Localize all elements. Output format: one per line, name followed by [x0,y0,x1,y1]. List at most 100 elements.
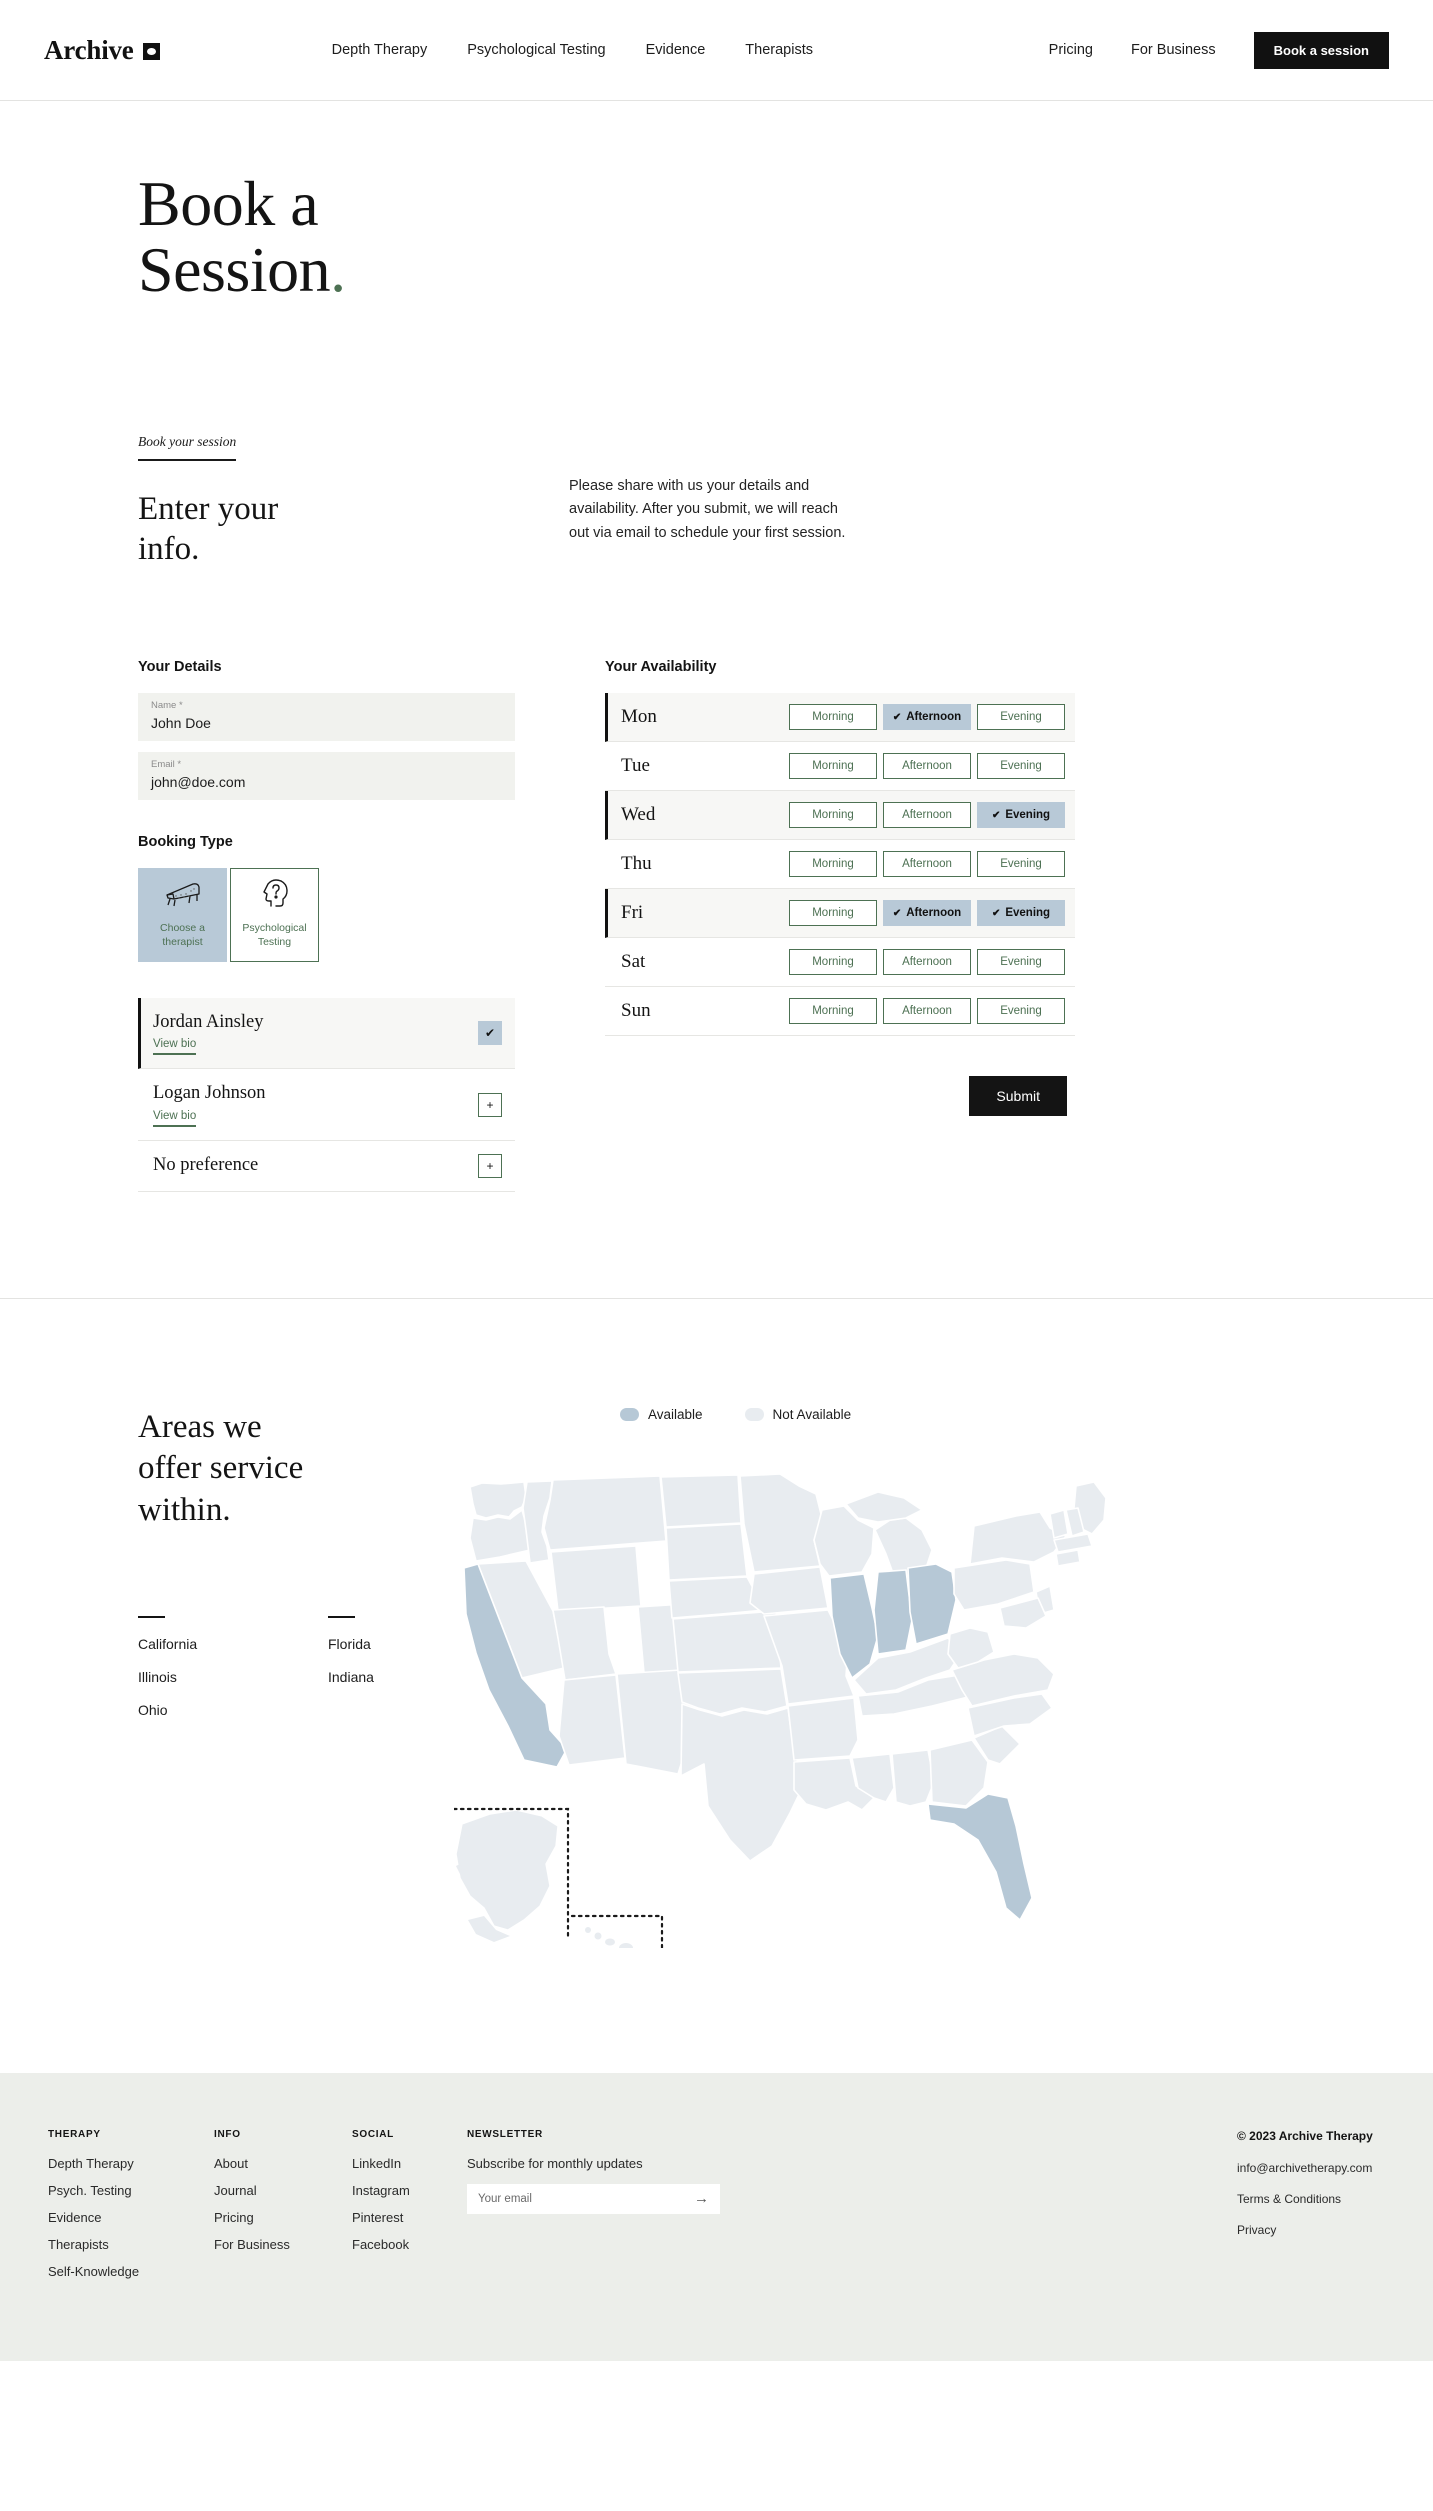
therapist-row[interactable]: Logan Johnson View bio + [138,1069,515,1141]
slot-label: Afternoon [902,956,952,969]
intro-heading-line1: Enter your [138,490,279,527]
book-a-session-button[interactable]: Book a session [1253,31,1389,69]
booking-type-options: Choose a therapist Psychological Testing [138,868,515,963]
therapist-add-button[interactable]: + [478,1153,502,1178]
newsletter-heading: NEWSLETTER [467,2128,543,2140]
alaska-inset [452,1807,570,1942]
slot-label: Morning [812,760,854,773]
footer-link[interactable]: Journal [214,2183,352,2198]
footer-link[interactable]: Psych. Testing [48,2183,214,2198]
therapist-selected-check-icon[interactable]: ✔ [478,1021,502,1046]
footer-link[interactable]: Self-Knowledge [48,2264,214,2279]
state-item: Illinois [138,1669,177,1686]
availability-row: Thu Morning Afternoon Evening [605,840,1075,890]
footer-link[interactable]: Evidence [48,2210,214,2225]
slot-mon-afternoon[interactable]: ✔ Afternoon [883,704,971,731]
slot-label: Morning [812,858,854,871]
footer-link[interactable]: Instagram [352,2183,467,2198]
state-az [558,1673,626,1766]
slot-fri-morning[interactable]: Morning [789,900,877,927]
footer-link[interactable]: For Business [214,2237,352,2252]
footer-link[interactable]: About [214,2156,352,2171]
field-0[interactable]: Name * John Doe [138,693,515,742]
newsletter-subtitle: Subscribe for monthly updates [467,2155,643,2171]
slot-sun-morning[interactable]: Morning [789,998,877,1025]
availability-day: Tue [621,755,650,777]
slot-sat-morning[interactable]: Morning [789,949,877,976]
slot-sun-evening[interactable]: Evening [977,998,1065,1025]
availability-row: Tue Morning Afternoon Evening [605,742,1075,792]
slot-tue-evening[interactable]: Evening [977,753,1065,780]
state-item: California [138,1636,198,1653]
footer-link[interactable]: Pricing [214,2210,352,2225]
slot-sat-evening[interactable]: Evening [977,949,1065,976]
availability-row: Wed Morning Afternoon ✔ Evening [605,791,1075,841]
footer-legal-link[interactable]: Terms & Conditions [1237,2192,1389,2206]
site-header: Archive Depth Therapy Psychological Testi… [0,0,1433,101]
therapist-name: Logan Johnson [153,1083,266,1104]
usa-map[interactable] [452,1468,1389,1953]
footer-link[interactable]: Therapists [48,2237,214,2252]
newsletter-input[interactable]: Your email → [467,2183,720,2214]
slot-label: Evening [1005,809,1051,822]
booking-type-testing[interactable]: Psychological Testing [230,868,319,963]
therapist-add-button[interactable]: + [478,1092,502,1117]
footer-link[interactable]: Depth Therapy [48,2156,214,2171]
booking-type-label-0: Choose a therapist [160,922,205,949]
therapist-info: No preference [153,1154,258,1177]
slot-fri-afternoon[interactable]: ✔ Afternoon [883,900,971,927]
slot-fri-evening[interactable]: ✔ Evening [977,900,1065,927]
slot-wed-morning[interactable]: Morning [789,802,877,829]
field-1[interactable]: Email * john@doe.com [138,752,515,801]
service-areas-section: Areas we offer service within. Californi… [0,1299,1433,2073]
nav-right-link-0[interactable]: Pricing [1049,42,1093,58]
state-sd [665,1522,748,1581]
slot-wed-evening[interactable]: ✔ Evening [977,802,1065,829]
view-bio-link[interactable]: View bio [153,1038,197,1056]
availability-day: Sun [621,1000,651,1022]
slot-label: Morning [812,956,854,969]
therapist-row[interactable]: Jordan Ainsley View bio ✔ [138,998,515,1070]
logo[interactable]: Archive [44,35,160,66]
booking-type-therapist[interactable]: Choose a therapist [138,868,227,963]
slot-thu-afternoon[interactable]: Afternoon [883,851,971,878]
footer-link[interactable]: LinkedIn [352,2156,467,2171]
therapist-info: Logan Johnson View bio [153,1082,266,1127]
nav-link-2[interactable]: Evidence [646,42,706,58]
nav-right-link-1[interactable]: For Business [1131,42,1216,58]
slot-mon-evening[interactable]: Evening [977,704,1065,731]
slot-tue-morning[interactable]: Morning [789,753,877,780]
slot-thu-morning[interactable]: Morning [789,851,877,878]
footer-link[interactable]: Pinterest [352,2210,467,2225]
availability-day: Fri [621,902,644,924]
slot-thu-evening[interactable]: Evening [977,851,1065,878]
footer-column-heading: INFO [214,2128,241,2140]
submit-button[interactable]: Submit [969,1076,1067,1117]
state-or [469,1508,531,1562]
field-label-1: Email * [151,759,182,771]
nav-link-3[interactable]: Therapists [745,42,813,58]
therapist-row[interactable]: No preference + [138,1141,515,1192]
slot-mon-morning[interactable]: Morning [789,704,877,731]
view-bio-link[interactable]: View bio [153,1110,197,1127]
copyright: © 2023 Archive Therapy [1237,2128,1373,2143]
hawaii-inset [570,1914,664,1953]
state-item: Florida [328,1636,371,1653]
booking-form: Your Details Name * John Doe Email * john@d… [0,569,1433,1192]
slot-sat-afternoon[interactable]: Afternoon [883,949,971,976]
state-al [891,1748,935,1807]
footer-link[interactable]: Facebook [352,2237,467,2252]
nav-link-0[interactable]: Depth Therapy [332,42,428,58]
state-ar [787,1696,859,1761]
page-title-dot: . [330,233,346,305]
slot-tue-afternoon[interactable]: Afternoon [883,753,971,780]
nav-link-1[interactable]: Psychological Testing [467,42,605,58]
slot-sun-afternoon[interactable]: Afternoon [883,998,971,1025]
couch-icon [163,874,203,914]
footer-column-therapy: THERAPY Depth Therapy Psych. Testing Eviden… [48,2129,214,2291]
footer-legal-link[interactable]: info@archivetherapy.com [1237,2161,1389,2175]
arrow-right-icon[interactable]: → [694,2191,709,2206]
availability-day: Wed [621,804,656,826]
slot-wed-afternoon[interactable]: Afternoon [883,802,971,829]
footer-legal-link[interactable]: Privacy [1237,2223,1389,2237]
